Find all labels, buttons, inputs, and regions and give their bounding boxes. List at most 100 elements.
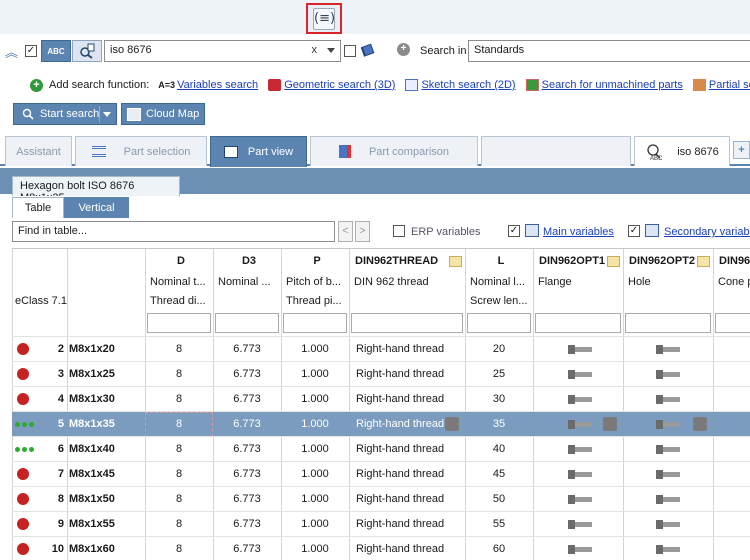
flange-bolt-icon[interactable] [567, 468, 593, 481]
variables-search-link[interactable]: Variables search [177, 79, 258, 91]
cell-thread[interactable]: Right-hand thread [356, 368, 460, 380]
partial-search-link[interactable]: Partial search [709, 79, 750, 91]
hole-bolt-icon[interactable] [655, 543, 681, 556]
column-filter-input[interactable] [625, 313, 711, 333]
flange-bolt-icon[interactable] [567, 518, 593, 531]
catalog-filter-checkbox[interactable] [344, 45, 356, 57]
column-filter-input[interactable] [351, 313, 463, 333]
start-search-button[interactable]: Start search [13, 103, 117, 125]
cell-l[interactable]: 50 [465, 493, 533, 505]
start-search-dropdown-icon[interactable] [103, 112, 111, 117]
flange-bolt-icon[interactable] [567, 343, 593, 356]
cell-p[interactable]: 1.000 [281, 343, 349, 355]
lock-icon[interactable] [693, 417, 707, 431]
secondary-variables-link[interactable]: Secondary variables [664, 226, 750, 238]
column-header-code[interactable]: P [287, 255, 347, 267]
tab-search-results[interactable]: ABC iso 8676 [634, 136, 730, 166]
cell-d3[interactable]: 6.773 [213, 443, 281, 455]
cell-thread[interactable]: Right-hand thread [356, 443, 460, 455]
add-tab-button[interactable]: + [733, 141, 750, 159]
cell-d3[interactable]: 6.773 [213, 418, 281, 430]
edit-pencil-icon[interactable] [697, 256, 710, 267]
geometric-search-link[interactable]: Geometric search (3D) [284, 79, 395, 91]
row-name[interactable]: M8x1x40 [69, 443, 144, 455]
cell-l[interactable]: 45 [465, 468, 533, 480]
row-index[interactable]: 10 [34, 543, 64, 555]
edit-pencil-icon[interactable] [607, 256, 620, 267]
tab-vertical-view[interactable]: Vertical [64, 197, 129, 218]
cell-p[interactable]: 1.000 [281, 443, 349, 455]
unmachined-search-link[interactable]: Search for unmachined parts [542, 79, 683, 91]
cell-l[interactable]: 25 [465, 368, 533, 380]
row-index[interactable]: 3 [34, 368, 64, 380]
tab-part-selection[interactable]: Part selection [75, 136, 207, 166]
hole-bolt-icon[interactable] [655, 418, 681, 431]
table-row[interactable]: 4 M8x1x30 8 6.773 1.000 Right-hand thread 30 [12, 386, 750, 411]
row-index[interactable]: 5 [34, 418, 64, 430]
cell-thread[interactable]: Right-hand thread [356, 343, 460, 355]
cell-thread[interactable]: Right-hand thread [356, 468, 460, 480]
cell-p[interactable]: 1.000 [281, 518, 349, 530]
table-row[interactable]: 8 M8x1x50 8 6.773 1.000 Right-hand thread 50 [12, 486, 750, 511]
main-variables-checkbox[interactable]: ✓ [508, 225, 520, 237]
fulltext-search-button[interactable]: ABC [41, 40, 71, 62]
tab-assistant[interactable]: Assistant [5, 136, 72, 166]
cell-l[interactable]: 40 [465, 443, 533, 455]
row-index[interactable]: 9 [34, 518, 64, 530]
row-name[interactable]: M8x1x30 [69, 393, 144, 405]
hole-bolt-icon[interactable] [655, 493, 681, 506]
cell-p[interactable]: 1.000 [281, 493, 349, 505]
table-row[interactable]: 3 M8x1x25 8 6.773 1.000 Right-hand thread 25 [12, 361, 750, 386]
tab-part-view[interactable]: Part view [210, 136, 307, 167]
variables-table[interactable]: eClass 7.1 D Nominal t... Thread di... D3 No… [12, 248, 750, 560]
find-in-list-button[interactable] [72, 40, 102, 62]
row-index[interactable]: 4 [34, 393, 64, 405]
hole-bolt-icon[interactable] [655, 393, 681, 406]
clear-search-icon[interactable]: x [312, 44, 318, 56]
row-name[interactable]: M8x1x45 [69, 468, 144, 480]
secondary-variables-checkbox[interactable]: ✓ [628, 225, 640, 237]
tab-empty[interactable] [481, 136, 631, 166]
row-index[interactable]: 2 [34, 343, 64, 355]
find-in-table-input[interactable]: Find in table... [12, 221, 335, 242]
cell-p[interactable]: 1.000 [281, 543, 349, 555]
row-index[interactable]: 7 [34, 468, 64, 480]
toggle-panel-button[interactable]: (≡) [306, 3, 342, 34]
find-next-button[interactable]: > [355, 221, 370, 242]
cell-thread[interactable]: Right-hand thread [356, 518, 460, 530]
column-filter-input[interactable] [467, 313, 531, 333]
column-filter-input[interactable] [715, 313, 750, 333]
find-prev-button[interactable]: < [338, 221, 353, 242]
cell-d3[interactable]: 6.773 [213, 493, 281, 505]
table-row[interactable]: 2 M8x1x20 8 6.773 1.000 Right-hand thread 20 [12, 336, 750, 361]
cloud-map-button[interactable]: Cloud Map [121, 103, 205, 125]
table-row[interactable]: 6 M8x1x40 8 6.773 1.000 Right-hand thread 40 [12, 436, 750, 461]
row-index[interactable]: 6 [34, 443, 64, 455]
hole-bolt-icon[interactable] [655, 518, 681, 531]
table-row[interactable]: 7 M8x1x45 8 6.773 1.000 Right-hand thread 45 [12, 461, 750, 486]
cell-d3[interactable]: 6.773 [213, 543, 281, 555]
row-name[interactable]: M8x1x50 [69, 493, 144, 505]
row-name[interactable]: M8x1x55 [69, 518, 144, 530]
cell-p[interactable]: 1.000 [281, 468, 349, 480]
table-row[interactable]: 5 M8x1x35 8 6.773 1.000 Right-hand thread 35 [12, 411, 750, 437]
column-header-code[interactable]: D3 [219, 255, 279, 267]
cell-d[interactable]: 8 [145, 368, 213, 380]
column-header-code[interactable]: L [471, 255, 531, 267]
flange-bolt-icon[interactable] [567, 393, 593, 406]
flange-bolt-icon[interactable] [567, 543, 593, 556]
tab-part-comparison[interactable]: Part comparison [310, 136, 478, 166]
tab-table-view[interactable]: Table [12, 197, 64, 218]
column-filter-input[interactable] [283, 313, 347, 333]
search-settings-plus-icon[interactable]: + [397, 43, 410, 56]
cell-d[interactable]: 8 [145, 468, 213, 480]
cell-d[interactable]: 8 [145, 543, 213, 555]
cell-d3[interactable]: 6.773 [213, 393, 281, 405]
row-index[interactable]: 8 [34, 493, 64, 505]
row-name[interactable]: M8x1x35 [69, 418, 144, 430]
flange-bolt-icon[interactable] [567, 368, 593, 381]
lock-icon[interactable] [445, 417, 459, 431]
cell-d[interactable]: 8 [145, 443, 213, 455]
row-name[interactable]: M8x1x25 [69, 368, 144, 380]
cell-thread[interactable]: Right-hand thread [356, 493, 460, 505]
